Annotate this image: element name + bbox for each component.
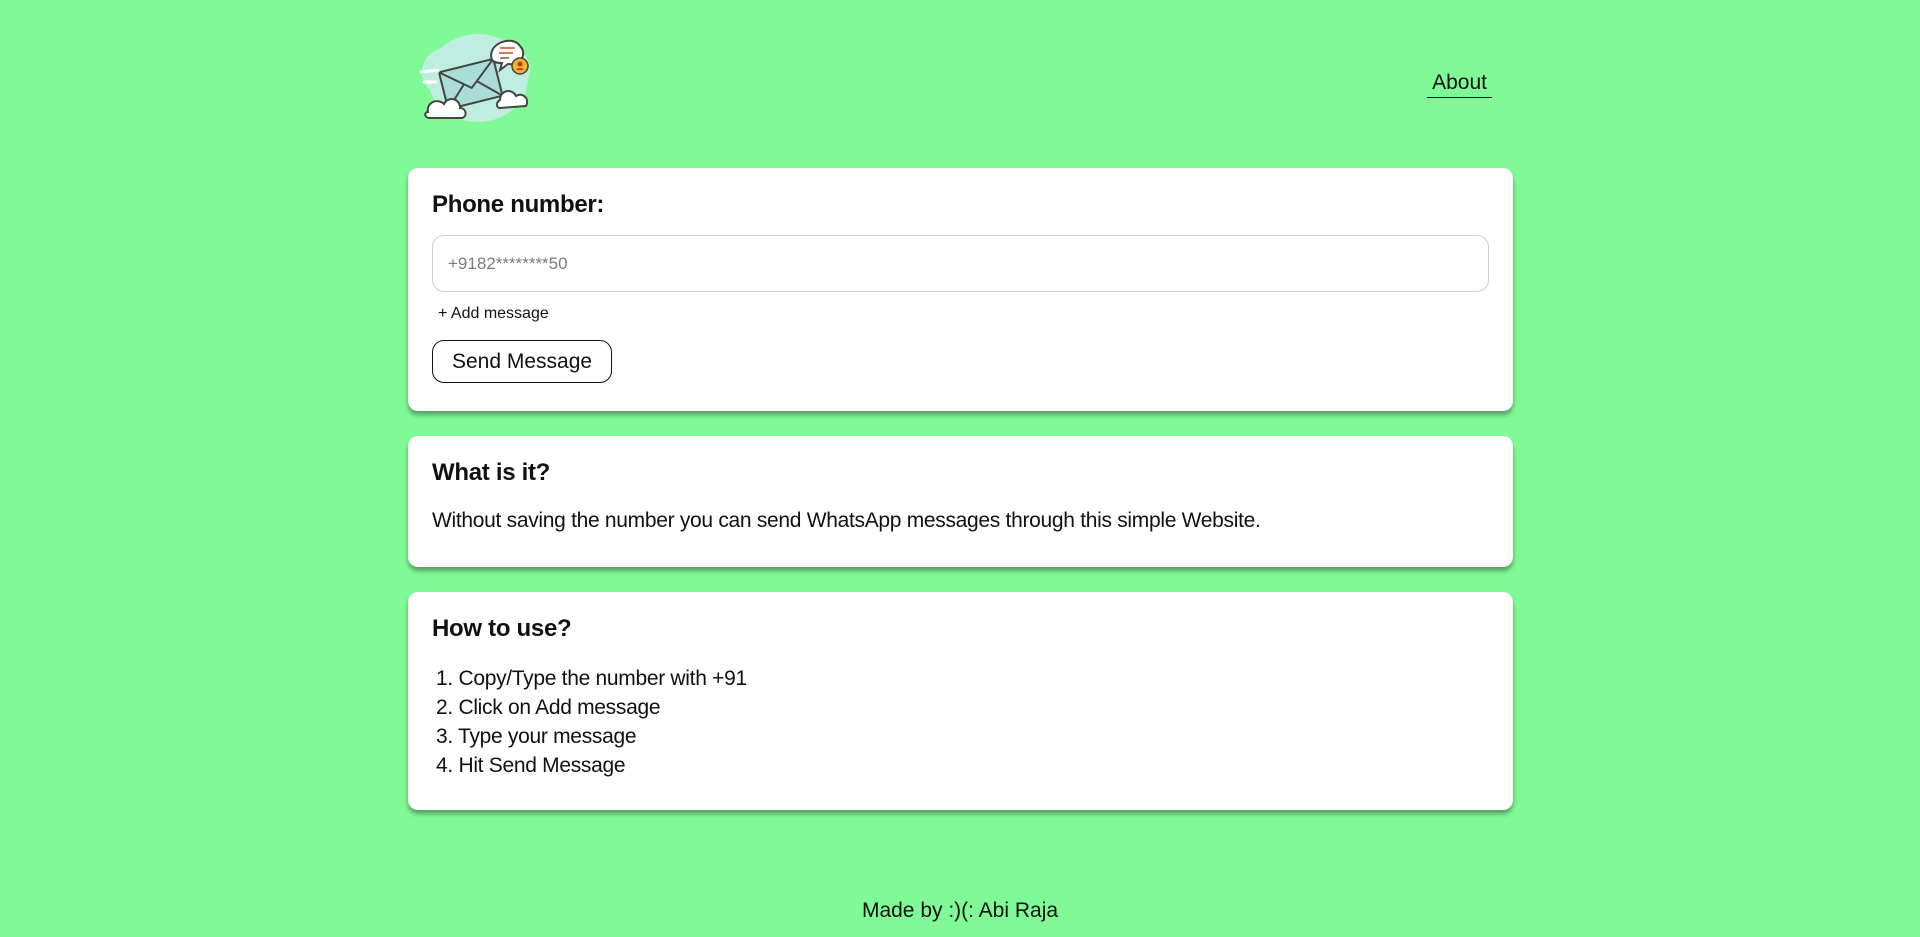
list-item: 3. Type your message (436, 725, 637, 748)
what-is-it-heading: What is it? (432, 459, 551, 486)
what-is-it-card: What is it? Without saving the number yo… (408, 436, 1513, 567)
phone-number-input[interactable] (432, 235, 1489, 292)
send-message-card: Phone number: + Add message Send Message (408, 168, 1513, 411)
about-link[interactable]: About (1427, 70, 1492, 98)
send-message-button[interactable]: Send Message (432, 340, 613, 383)
add-message-link[interactable]: + Add message (438, 304, 549, 324)
list-item: 4. Hit Send Message (436, 754, 626, 777)
how-to-use-steps: 1. Copy/Type the number with +91 2. Clic… (432, 664, 1489, 780)
what-is-it-description: Without saving the number you can send W… (432, 509, 1261, 532)
list-item: 1. Copy/Type the number with +91 (436, 667, 747, 690)
mail-cloud-logo-icon[interactable] (416, 30, 536, 130)
footer-credit: Made by :)(: Abi Raja (861, 899, 1059, 922)
list-item: 2. Click on Add message (436, 696, 661, 719)
page-container: About Phone number: + Add message Send M… (408, 0, 1513, 835)
how-to-use-heading: How to use? (432, 615, 572, 642)
site-header: About (408, 0, 1513, 168)
how-to-use-card: How to use? 1. Copy/Type the number with… (408, 592, 1513, 810)
phone-number-label: Phone number: (432, 191, 605, 218)
